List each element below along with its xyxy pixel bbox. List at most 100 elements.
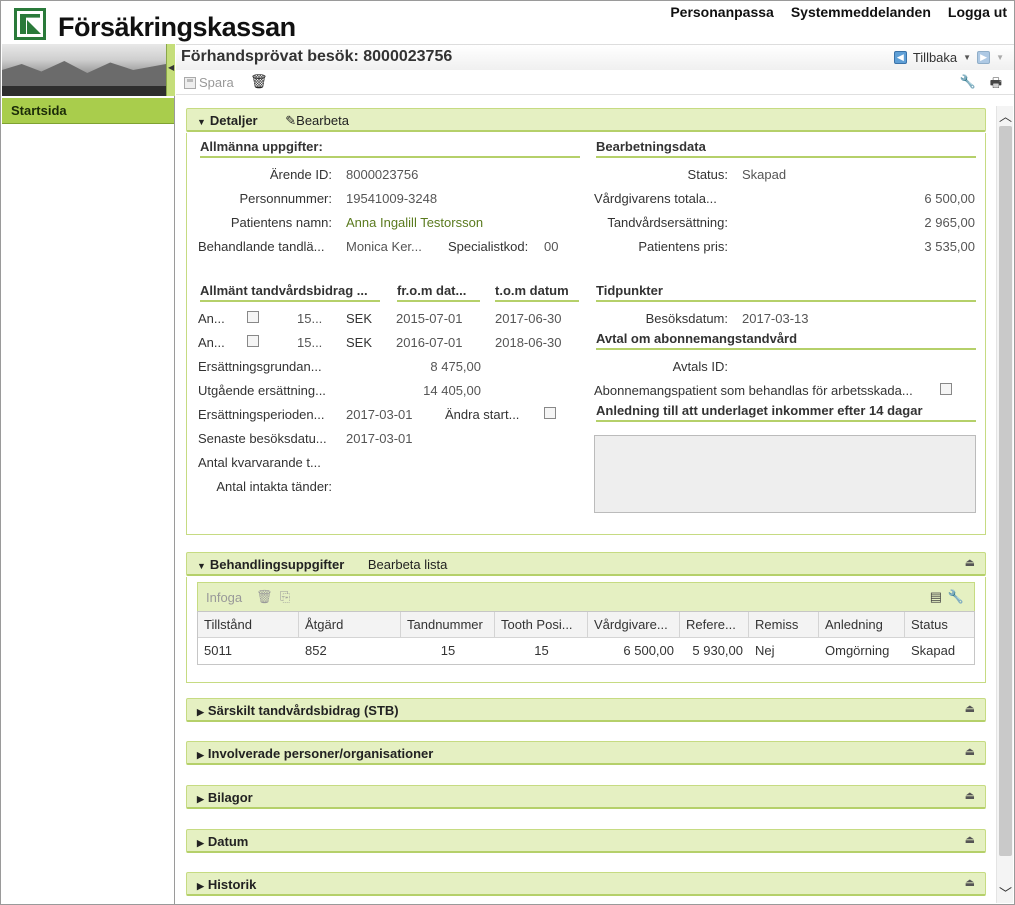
- collapse-panel-icon[interactable]: ⏏: [965, 789, 975, 802]
- table-row[interactable]: 5011 852 15 15 6 500,00 5 930,00 Nej Omg…: [198, 638, 974, 664]
- total-label: Vårdgivarens totala...: [594, 191, 717, 206]
- vertical-scrollbar[interactable]: ︿ ﹀: [996, 106, 1013, 903]
- column-header[interactable]: Tillstånd: [198, 612, 299, 637]
- table-cell: Nej: [755, 643, 775, 658]
- column-header[interactable]: Tooth Posi...: [495, 612, 588, 637]
- column-header[interactable]: Status: [905, 612, 974, 637]
- panel-detaljer-body: Allmänna uppgifter: Ärende ID: 800002375…: [186, 133, 986, 535]
- arende-label: Ärende ID:: [269, 167, 332, 182]
- andra-start-checkbox[interactable]: [544, 407, 556, 419]
- atb-tom-heading: t.o.m datum: [495, 283, 579, 302]
- systemmeddelanden-link[interactable]: Systemmeddelanden: [791, 4, 931, 20]
- wrench-icon[interactable]: 🔧: [960, 74, 976, 96]
- collapsed-triangle-icon: ▶: [197, 838, 204, 848]
- top-links: Personanpassa Systemmeddelanden Logga ut: [670, 4, 1007, 20]
- table-cell: 15: [534, 643, 549, 658]
- pris-value: 3 535,00: [924, 239, 975, 254]
- scroll-thumb[interactable]: [999, 126, 1012, 856]
- period-value: 2017-03-01: [346, 407, 413, 422]
- grund-value: 8 475,00: [430, 359, 481, 374]
- column-header[interactable]: Åtgärd: [299, 612, 401, 637]
- panel-involverade-header[interactable]: ▶ Involverade personer/organisationer ⏏: [186, 741, 986, 765]
- sidebar-item-startsida[interactable]: Startsida: [2, 98, 174, 124]
- atb-row-from: 2016-07-01: [396, 335, 463, 350]
- panel-title: ▶ Involverade personer/organisationer: [197, 746, 434, 761]
- scroll-up-icon[interactable]: ︿: [997, 106, 1014, 126]
- edit-list-button[interactable]: Bearbeta lista: [368, 557, 448, 572]
- panel-stb-header[interactable]: ▶ Särskilt tandvårdsbidrag (STB) ⏏: [186, 698, 986, 722]
- back-arrow-icon[interactable]: ◀: [893, 51, 907, 64]
- collapse-panel-icon[interactable]: ⏏: [965, 876, 975, 889]
- column-header[interactable]: Vårdgivare...: [588, 612, 680, 637]
- column-header[interactable]: Anledning: [819, 612, 905, 637]
- panel-title: ▶ Historik: [197, 877, 257, 892]
- atb-row-tom: 2018-06-30: [495, 335, 562, 350]
- scroll-down-icon[interactable]: ﹀: [997, 883, 1014, 903]
- patient-label: Patientens namn:: [230, 215, 332, 230]
- collapse-panel-icon[interactable]: ⏏: [965, 556, 975, 569]
- column-header[interactable]: Tandnummer: [401, 612, 495, 637]
- wrench-icon[interactable]: 🔧: [948, 589, 964, 605]
- toolbar-right: 🔧 🖶: [960, 74, 1002, 96]
- kvar-label: Antal kvarvarande t...: [198, 455, 321, 470]
- anledning-textarea[interactable]: [594, 435, 976, 513]
- collapse-sidebar-button[interactable]: ◀: [166, 44, 175, 96]
- panel-behandling-header[interactable]: ▼ Behandlingsuppgifter Bearbeta lista ⏏: [186, 552, 986, 576]
- save-button[interactable]: Spara: [184, 75, 234, 90]
- logga-ut-link[interactable]: Logga ut: [948, 4, 1007, 20]
- expanded-triangle-icon: ▼: [197, 561, 206, 571]
- panel-detaljer-title: ▼ Detaljer ✎Bearbeta: [197, 113, 349, 128]
- panel-historik-header[interactable]: ▶ Historik ⏏: [186, 872, 986, 896]
- history-nav: ◀ Tillbaka ▼ ▶ ▼: [893, 50, 1004, 65]
- besok-value: 2017-03-13: [742, 311, 809, 326]
- panel-datum-header[interactable]: ▶ Datum ⏏: [186, 829, 986, 853]
- atb-row-checkbox[interactable]: [247, 335, 259, 347]
- atb-row-label: An...: [198, 335, 225, 350]
- intakta-label: Antal intakta tänder:: [216, 479, 332, 494]
- panel-bilagor-header[interactable]: ▶ Bilagor ⏏: [186, 785, 986, 809]
- delete-row-icon[interactable]: 🗑: [256, 589, 273, 605]
- status-value: Skapad: [742, 167, 787, 182]
- collapse-panel-icon[interactable]: ⏏: [965, 833, 975, 846]
- column-header[interactable]: Refere...: [680, 612, 749, 637]
- atb-row-tom: 2017-06-30: [495, 311, 562, 326]
- specialist-value: 00: [544, 239, 559, 254]
- main-content: Förhandsprövat besök: 8000023756 ◀ Tillb…: [176, 44, 1014, 905]
- collapse-panel-icon[interactable]: ⏏: [965, 745, 975, 758]
- landscape-banner: [2, 44, 166, 96]
- panel-title: ▶ Datum: [197, 834, 249, 849]
- infoga-button[interactable]: Infoga: [206, 590, 242, 605]
- delete-button[interactable]: 🗑: [250, 73, 268, 90]
- atb-row-label: An...: [198, 311, 225, 326]
- forward-arrow-icon[interactable]: ▶: [977, 51, 991, 64]
- personanpassa-link[interactable]: Personanpassa: [670, 4, 774, 20]
- back-button[interactable]: Tillbaka: [913, 50, 957, 65]
- period-label: Ersättningsperioden...: [198, 407, 325, 422]
- table-cell: Skapad: [911, 643, 956, 658]
- atb-row-currency: SEK: [346, 311, 373, 326]
- abonnemang-checkbox[interactable]: [940, 383, 952, 395]
- table-cell: 5011: [204, 643, 232, 658]
- tandlakare-value: Monica Ker...: [346, 239, 422, 254]
- save-label: Spara: [199, 75, 234, 90]
- patient-value[interactable]: Anna Ingalill Testorsson: [346, 215, 483, 230]
- back-dropdown-icon[interactable]: ▼: [963, 53, 971, 62]
- personnr-label: Personnummer:: [239, 191, 332, 206]
- panel-detaljer-header[interactable]: ▼ Detaljer ✎Bearbeta: [186, 108, 986, 132]
- forward-dropdown-icon[interactable]: ▼: [996, 53, 1004, 62]
- edit-button[interactable]: ✎Bearbeta: [285, 113, 349, 128]
- section-avtal: Avtal om abonnemangstandvård: [596, 331, 976, 350]
- atb-row-checkbox[interactable]: [247, 311, 259, 323]
- export-icon[interactable]: ▤: [930, 589, 942, 605]
- panel-title: ▶ Särskilt tandvårdsbidrag (STB): [197, 703, 399, 718]
- sidebar: ◀ Startsida: [0, 44, 175, 905]
- collapsed-triangle-icon: ▶: [197, 750, 204, 760]
- column-header[interactable]: Remiss: [749, 612, 819, 637]
- print-icon[interactable]: 🖶: [990, 74, 1002, 96]
- besok-label: Besöksdatum:: [645, 311, 728, 326]
- section-bearbetning: Bearbetningsdata: [596, 139, 976, 158]
- table-header-row: Tillstånd Åtgärd Tandnummer Tooth Posi..…: [198, 612, 974, 638]
- copy-icon[interactable]: ⎘: [280, 589, 290, 605]
- panel-title: ▶ Bilagor: [197, 790, 253, 805]
- collapse-panel-icon[interactable]: ⏏: [965, 702, 975, 715]
